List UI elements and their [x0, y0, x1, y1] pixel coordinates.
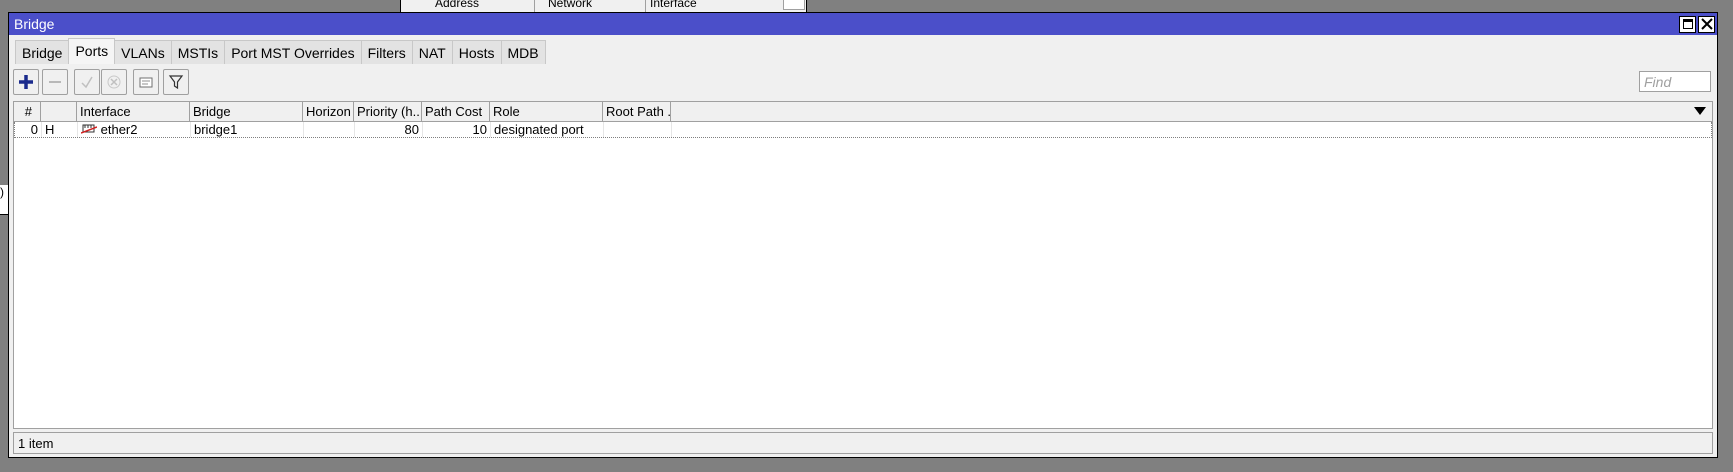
find-input[interactable]: Find — [1639, 71, 1711, 92]
column-header-priority[interactable]: Priority (h... — [354, 102, 422, 121]
cell-interface: ether2 — [78, 122, 191, 137]
disable-button[interactable] — [101, 69, 127, 95]
ports-table: # Interface Bridge Horizon Priority (h..… — [13, 101, 1713, 429]
title-bar[interactable]: Bridge — [9, 13, 1717, 35]
window-title: Bridge — [14, 16, 55, 32]
bg-column-network: Network — [548, 0, 593, 10]
cell-flag: H — [42, 122, 78, 137]
toolbar: Find — [9, 64, 1717, 100]
cell-horizon — [304, 122, 355, 137]
column-header-index[interactable]: # — [14, 102, 41, 121]
enable-button[interactable] — [74, 69, 100, 95]
add-button[interactable] — [13, 69, 39, 95]
column-header-horizon[interactable]: Horizon — [303, 102, 354, 121]
cell-path-cost: 10 — [423, 122, 491, 137]
tab-filters[interactable]: Filters — [360, 40, 413, 64]
column-header-path-cost[interactable]: Path Cost — [422, 102, 490, 121]
bridge-window: Bridge Bridge Ports VLANs MSTIs Port MST… — [8, 12, 1718, 458]
cell-index: 0 — [15, 122, 42, 137]
remove-button[interactable] — [42, 69, 68, 95]
close-button[interactable] — [1698, 15, 1715, 33]
column-header-root-path[interactable]: Root Path ... — [603, 102, 671, 121]
plus-icon — [19, 75, 33, 89]
tab-bridge[interactable]: Bridge — [15, 40, 70, 64]
maximize-button[interactable] — [1679, 15, 1696, 33]
column-header-interface[interactable]: Interface — [77, 102, 190, 121]
filter-icon — [168, 75, 184, 90]
columns-menu-icon[interactable] — [1694, 107, 1706, 115]
comment-button[interactable] — [133, 69, 159, 95]
tab-mstis[interactable]: MSTIs — [170, 40, 226, 64]
bg-separator — [645, 0, 646, 12]
background-window: Address Network Interface — [400, 0, 807, 12]
minus-icon — [49, 81, 61, 83]
cell-bridge: bridge1 — [191, 122, 304, 137]
tab-port-mst-overrides[interactable]: Port MST Overrides — [224, 40, 362, 64]
interface-name: ether2 — [100, 122, 138, 137]
cell-role: designated port — [491, 122, 604, 137]
cell-root-path — [604, 122, 672, 137]
tab-mdb[interactable]: MDB — [500, 40, 546, 64]
column-header-flags[interactable] — [41, 102, 77, 121]
status-bar: 1 item — [13, 432, 1713, 454]
tab-bar: Bridge Ports VLANs MSTIs Port MST Overri… — [9, 35, 1717, 64]
tab-hosts[interactable]: Hosts — [451, 40, 502, 64]
tab-nat[interactable]: NAT — [411, 40, 453, 64]
column-header-bridge[interactable]: Bridge — [190, 102, 303, 121]
note-icon — [139, 77, 153, 88]
cell-priority: 80 — [355, 122, 423, 137]
item-count: 1 item — [18, 436, 54, 451]
tab-vlans[interactable]: VLANs — [114, 40, 172, 64]
bg-column-address: Address — [435, 0, 480, 10]
column-header-role[interactable]: Role — [490, 102, 603, 121]
bg-separator — [534, 0, 535, 12]
bg-dropdown[interactable] — [783, 0, 805, 10]
bg-column-interface: Interface — [650, 0, 697, 10]
x-icon — [107, 75, 121, 89]
table-header: # Interface Bridge Horizon Priority (h..… — [14, 102, 1712, 122]
check-icon — [81, 76, 93, 89]
filter-button[interactable] — [163, 69, 189, 95]
ethernet-icon — [80, 124, 98, 134]
close-icon — [1700, 18, 1713, 30]
maximize-icon — [1682, 19, 1693, 29]
table-row[interactable]: 0 H ether2 bridge1 80 10 designated port — [14, 122, 1712, 138]
tab-ports[interactable]: Ports — [68, 38, 116, 64]
